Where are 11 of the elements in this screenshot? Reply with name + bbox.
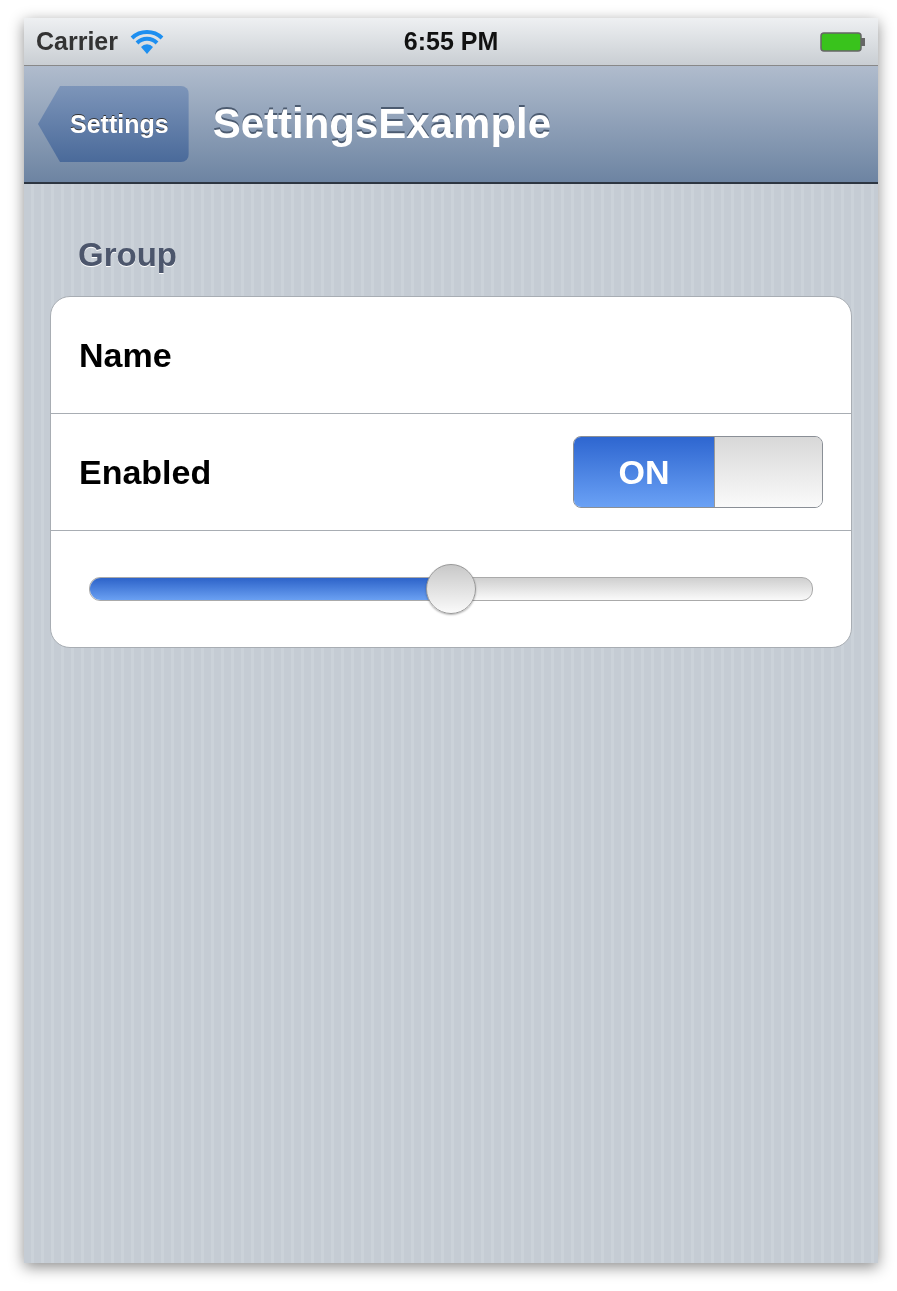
battery-icon [820,30,866,53]
row-label: Name [79,335,172,375]
row-label: Enabled [79,452,212,492]
slider-thumb[interactable] [426,564,476,614]
back-button[interactable]: Settings [38,86,189,162]
toggle-switch[interactable]: ON [573,436,823,508]
carrier-name: Carrier [36,27,118,56]
status-time: 6:55 PM [403,27,499,56]
nav-title: SettingsExample [212,100,552,148]
group-header: Group [78,236,178,274]
wifi-icon [130,28,164,55]
